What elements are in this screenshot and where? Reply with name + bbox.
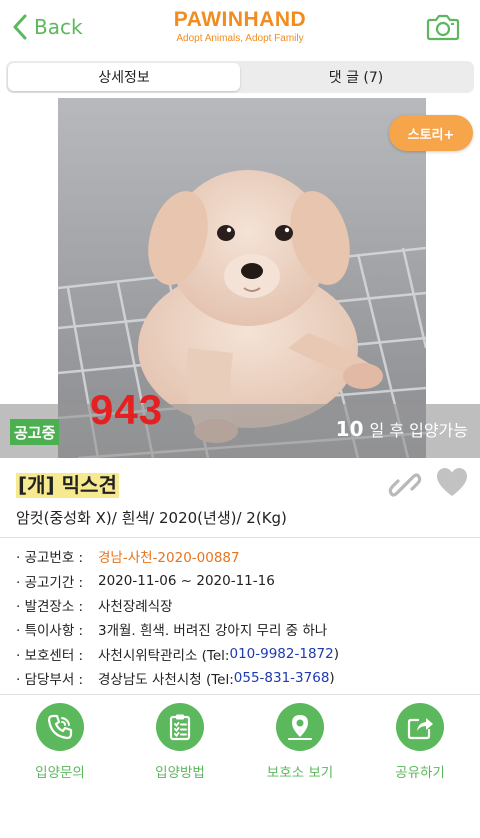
- action-label: 보호소 보기: [266, 765, 334, 781]
- action-circle: [276, 703, 324, 751]
- shelter-suffix: ): [333, 645, 339, 662]
- info-row-found-place: · 발견장소 : 사천장례식장: [16, 593, 476, 617]
- action-circle: [396, 703, 444, 751]
- notice-number-value: 경남-사천-2020-00887: [98, 550, 240, 567]
- notice-period-value: 2020-11-06 ~ 2020-11-16: [98, 572, 275, 589]
- share-icon: [407, 718, 433, 740]
- status-badge-label: 공고중: [14, 423, 56, 442]
- info-row-notes: · 특이사항 : 3개월. 흰색. 버려진 강아지 무리 중 하나: [16, 617, 476, 641]
- info-row-notice-period: · 공고기간 : 2020-11-06 ~ 2020-11-16: [16, 568, 476, 592]
- action-bar: 입양문의 입양방법 보호소 보기 공유하기: [0, 703, 480, 783]
- info-label: · 보호센터 :: [16, 647, 84, 664]
- info-list: · 공고번호 : 경남-사천-2020-00887 · 공고기간 : 2020-…: [16, 544, 476, 690]
- phone-icon: [47, 714, 73, 740]
- days-number: 10: [335, 417, 364, 441]
- story-plus-button[interactable]: 스토리+: [389, 115, 473, 151]
- adoption-method-button[interactable]: 입양방법: [120, 703, 240, 783]
- animal-summary: 암컷(중성화 X)/ 흰색/ 2020(년생)/ 2(Kg): [16, 509, 287, 527]
- brand-tagline: Adopt Animals, Adopt Family: [176, 33, 304, 44]
- info-label: · 공고기간 :: [16, 574, 84, 591]
- action-circle: [36, 703, 84, 751]
- segmented-tabs: 상세정보 댓 글 (7): [6, 61, 474, 93]
- adoption-inquiry-button[interactable]: 입양문의: [0, 703, 120, 783]
- heart-icon[interactable]: [436, 466, 468, 500]
- info-label: · 발견장소 :: [16, 598, 84, 615]
- divider: [0, 537, 480, 538]
- map-pin-icon: [288, 715, 312, 740]
- info-row-notice-number: · 공고번호 : 경남-사천-2020-00887: [16, 544, 476, 568]
- action-label: 입양방법: [155, 765, 205, 781]
- overlay-number: 943: [90, 386, 164, 433]
- tab-comments-label: 댓 글 (7): [328, 70, 384, 86]
- tab-comments[interactable]: 댓 글 (7): [240, 63, 472, 91]
- header: Back PAWINHAND Adopt Animals, Adopt Fami…: [0, 0, 480, 56]
- department-suffix: ): [329, 670, 335, 687]
- status-badge: 공고중: [10, 419, 60, 445]
- tab-details[interactable]: 상세정보: [8, 63, 240, 91]
- tab-details-label: 상세정보: [98, 70, 150, 86]
- view-shelter-button[interactable]: 보호소 보기: [240, 703, 360, 783]
- clipboard-icon: [169, 714, 191, 741]
- shelter-phone-link[interactable]: 010-9982-1872: [229, 646, 333, 662]
- brand-name: PAWINHAND: [173, 8, 307, 31]
- action-label: 공유하기: [395, 765, 445, 781]
- share-button[interactable]: 공유하기: [360, 703, 480, 783]
- info-row-shelter: · 보호센터 : 사천시위탁관리소 (Tel: 010-9982-1872 ): [16, 642, 476, 666]
- animal-title: [개] 믹스견: [16, 468, 119, 498]
- info-label: · 담당부서 :: [16, 672, 84, 689]
- info-row-department: · 담당부서 : 경상남도 사천시청 (Tel: 055-831-3768 ): [16, 666, 476, 690]
- divider: [0, 694, 480, 695]
- notes-value: 3개월. 흰색. 버려진 강아지 무리 중 하나: [98, 623, 328, 640]
- camera-icon[interactable]: [426, 13, 460, 41]
- info-label: · 공고번호 :: [16, 550, 84, 567]
- info-label: · 특이사항 :: [16, 623, 84, 640]
- found-place-value: 사천장례식장: [98, 598, 173, 615]
- action-label: 입양문의: [35, 765, 85, 781]
- days-text: 일 후 입양가능: [369, 421, 469, 440]
- link-icon[interactable]: [388, 468, 422, 502]
- title-row: [개] 믹스견: [16, 468, 119, 498]
- story-plus-label: 스토리+: [407, 127, 455, 143]
- department-value: 경상남도 사천시청 (Tel:: [98, 672, 234, 689]
- brand-logo: PAWINHAND Adopt Animals, Adopt Family: [0, 8, 480, 45]
- action-circle: [156, 703, 204, 751]
- shelter-value: 사천시위탁관리소 (Tel:: [98, 647, 230, 664]
- department-phone-link[interactable]: 055-831-3768: [234, 670, 330, 686]
- adoption-countdown: 10 일 후 입양가능: [336, 417, 468, 441]
